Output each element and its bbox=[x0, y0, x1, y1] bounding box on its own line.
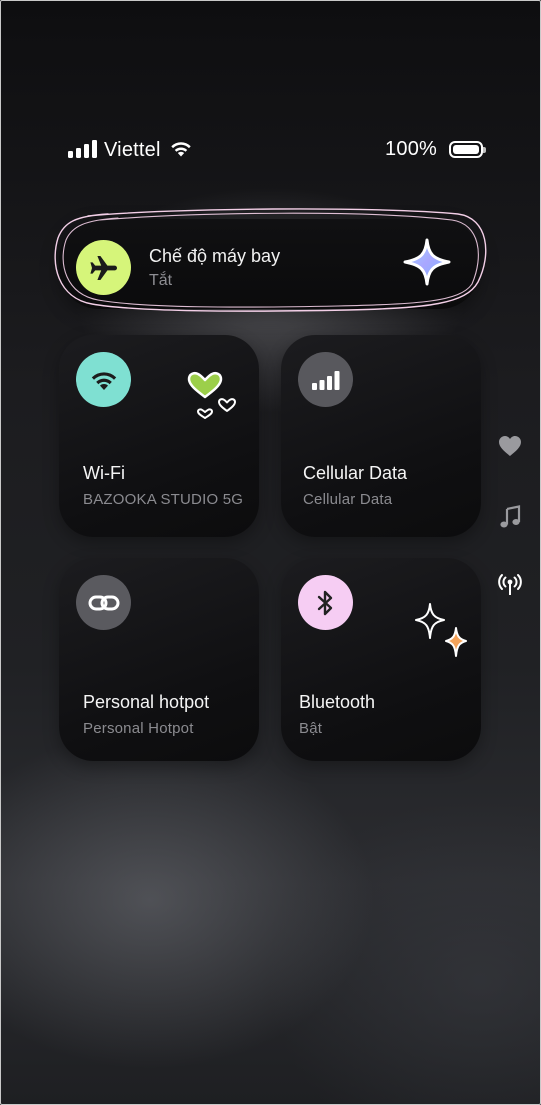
personal-hotspot-tile[interactable]: Personal hotpot Personal Hotpot bbox=[59, 558, 259, 761]
battery-icon bbox=[449, 141, 486, 158]
cellular-bars-icon[interactable] bbox=[298, 352, 353, 407]
cellular-data-title: Cellular Data bbox=[303, 463, 408, 483]
hearts-sticker-icon bbox=[187, 371, 236, 419]
music-note-icon[interactable] bbox=[498, 505, 522, 529]
wifi-network-name: BAZOOKA STUDIO 5G bbox=[83, 491, 244, 508]
heart-icon[interactable] bbox=[498, 434, 522, 458]
wifi-icon[interactable] bbox=[76, 352, 131, 407]
bluetooth-title: Bluetooth bbox=[299, 692, 376, 712]
airplane-icon[interactable] bbox=[76, 240, 131, 295]
status-bar-right: 100% bbox=[385, 138, 486, 161]
bluetooth-state: Bật bbox=[299, 720, 323, 737]
cellular-data-tile[interactable]: Cellular Data Cellular Data bbox=[281, 335, 481, 537]
signal-bars-icon bbox=[68, 138, 98, 163]
carrier-name: Viettel bbox=[104, 139, 161, 161]
sparkles-sticker-icon bbox=[415, 603, 467, 657]
broadcast-icon[interactable] bbox=[498, 573, 522, 597]
device-frame bbox=[0, 0, 541, 1105]
personal-hotspot-subtitle: Personal Hotpot bbox=[83, 720, 194, 737]
link-icon[interactable] bbox=[76, 575, 131, 630]
wifi-title: Wi-Fi bbox=[83, 463, 125, 483]
bluetooth-tile[interactable]: Bluetooth Bật bbox=[281, 558, 481, 761]
status-bar-left: Viettel bbox=[68, 138, 193, 163]
personal-hotspot-title: Personal hotpot bbox=[83, 692, 210, 712]
battery-level-fill bbox=[453, 145, 479, 154]
bluetooth-icon[interactable] bbox=[298, 575, 353, 630]
wifi-tile[interactable]: Wi-Fi BAZOOKA STUDIO 5G bbox=[59, 335, 259, 537]
battery-percentage: 100% bbox=[385, 138, 437, 160]
airplane-mode-state: Tắt bbox=[149, 272, 173, 289]
wifi-icon bbox=[169, 138, 193, 163]
airplane-mode-title: Chế độ máy bay bbox=[149, 246, 281, 266]
sparkle-icon bbox=[403, 238, 451, 286]
cellular-data-subtitle: Cellular Data bbox=[303, 491, 393, 508]
